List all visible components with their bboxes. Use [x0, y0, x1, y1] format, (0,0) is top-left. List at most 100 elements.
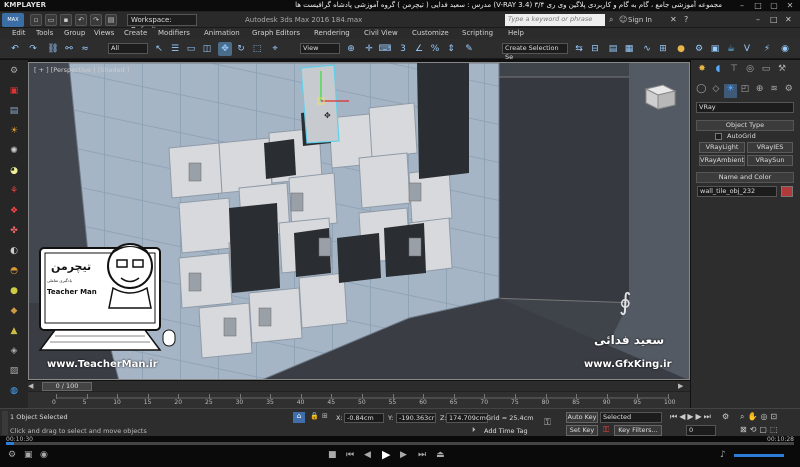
set-key-icon[interactable]: ⚿	[600, 425, 612, 436]
player-volume-icon[interactable]: ♪	[720, 450, 726, 460]
lightning-icon[interactable]: ⚡	[760, 42, 774, 56]
menu-views[interactable]: Views	[94, 29, 114, 37]
menu-tools[interactable]: Tools	[36, 29, 53, 37]
exchange-icon[interactable]: ✕	[670, 15, 677, 24]
viewport-label[interactable]: [ + ] [Perspective ] [Shaded ]	[34, 66, 129, 74]
help-icon[interactable]: ?	[684, 15, 688, 24]
named-selection-dropdown[interactable]: Create Selection Se	[502, 43, 568, 61]
layer-icon[interactable]: ▤	[606, 42, 620, 56]
vray-volume-icon[interactable]: ▲	[6, 324, 22, 338]
menu-modifiers[interactable]: Modifiers	[158, 29, 190, 37]
time-tag-icon[interactable]: ⏵	[472, 426, 476, 435]
viewport-nav-icons[interactable]: ⌕✋◎⊡	[740, 412, 780, 422]
vraylight-button[interactable]: VRayLight	[699, 142, 745, 153]
time-slider[interactable]: ◀ 0 / 100 ▶	[28, 381, 690, 392]
player-rewind-icon[interactable]: ◀	[364, 450, 371, 460]
app-minimize-icon[interactable]: –	[756, 15, 760, 24]
object-color-swatch[interactable]	[781, 186, 793, 197]
bind-spacewarp-icon[interactable]: ≈	[78, 42, 92, 56]
vray-ies-icon[interactable]: ◕	[6, 164, 22, 178]
vray-settings-icon[interactable]: ◍	[6, 384, 22, 398]
player-eject-icon[interactable]: ⏏	[436, 450, 445, 460]
vray-material-icon[interactable]: ▨	[6, 364, 22, 378]
player-prev-icon[interactable]: ⏮	[346, 450, 354, 460]
tool-1-icon[interactable]: ⚙	[6, 64, 22, 78]
vray-sun-icon[interactable]: ✺	[6, 144, 22, 158]
key-filters-button[interactable]: Key Filters...	[614, 425, 662, 436]
select-object-icon[interactable]: ↖	[152, 42, 166, 56]
hierarchy-tab-icon[interactable]: ⊤	[727, 64, 741, 78]
player-3d-icon[interactable]: ▣	[24, 450, 33, 460]
ribbon-icon[interactable]: ▦	[622, 42, 636, 56]
undo-icon[interactable]: ↶	[8, 42, 22, 56]
max-logo-icon[interactable]: MAX	[2, 13, 24, 27]
motion-tab-icon[interactable]: ◎	[743, 64, 757, 78]
camera-icon[interactable]: ◉	[778, 42, 792, 56]
display-tab-icon[interactable]: ▭	[759, 64, 773, 78]
spinner-snap-icon[interactable]: ⇕	[444, 42, 458, 56]
maxscript-listener-icon[interactable]	[2, 411, 8, 435]
maximize-icon[interactable]: ▢	[768, 1, 780, 10]
percent-snap-icon[interactable]: %	[428, 42, 442, 56]
pivot-center-icon[interactable]: ⊕	[344, 42, 358, 56]
player-vr-icon[interactable]: ◉	[40, 450, 48, 460]
render-setup-icon[interactable]: ⚙	[692, 42, 706, 56]
app-close-icon[interactable]: ✕	[785, 15, 792, 24]
vray-fur-icon[interactable]: ✤	[6, 224, 22, 238]
align-icon[interactable]: ⊟	[588, 42, 602, 56]
perspective-viewport[interactable]: ✥ [ + ] [Perspective ] [Shaded ] تیچرمن …	[28, 62, 690, 380]
playback-controls[interactable]: ⏮◀▶▶⏭	[670, 412, 713, 422]
app-restore-icon[interactable]: □	[770, 15, 778, 24]
menu-help[interactable]: Help	[508, 29, 524, 37]
menu-scripting[interactable]: Scripting	[462, 29, 493, 37]
vray-light-icon[interactable]: ☀	[6, 124, 22, 138]
vrayambientlight-button[interactable]: VRayAmbientLight	[699, 155, 745, 166]
vrayies-button[interactable]: VRayIES	[747, 142, 793, 153]
vray-displacement-icon[interactable]: ◈	[6, 344, 22, 358]
viewport-nav-icons-2[interactable]: ⊠⟲▢⬚	[740, 425, 781, 434]
snaps-toggle-icon[interactable]: 3	[396, 42, 410, 56]
spacewarps-icon[interactable]: ≋	[768, 84, 781, 98]
menu-edit[interactable]: Edit	[12, 29, 26, 37]
cameras-icon[interactable]: ◰	[739, 84, 752, 98]
select-manipulate-icon[interactable]: ✛	[362, 42, 376, 56]
key-mode-dropdown[interactable]: Selected	[600, 412, 662, 423]
time-slider-handle[interactable]: 0 / 100	[42, 382, 92, 391]
slider-prev-icon[interactable]: ◀	[28, 382, 38, 391]
auto-key-button[interactable]: Auto Key	[566, 412, 598, 423]
window-crossing-icon[interactable]: ◫	[200, 42, 214, 56]
key-icon[interactable]: ⚿	[544, 418, 551, 428]
vray-dome-icon[interactable]: ⚘	[6, 184, 22, 198]
menu-civil-view[interactable]: Civil View	[364, 29, 398, 37]
place-icon[interactable]: ⌖	[268, 42, 282, 56]
x-coordinate-field[interactable]: -0.84cm	[344, 413, 384, 423]
systems-icon[interactable]: ⚙	[782, 84, 795, 98]
z-coordinate-field[interactable]: 174.709cm	[446, 413, 488, 423]
reference-coord-dropdown[interactable]: View	[300, 43, 340, 54]
move-icon[interactable]: ✥	[218, 42, 232, 56]
minimize-icon[interactable]: –	[736, 1, 748, 10]
add-time-tag-button[interactable]: Add Time Tag	[484, 427, 528, 435]
angle-snap-icon[interactable]: ∠	[412, 42, 426, 56]
menu-animation[interactable]: Animation	[204, 29, 240, 37]
lock-icon[interactable]: 🔒	[310, 412, 319, 420]
menu-group[interactable]: Group	[64, 29, 85, 37]
keyboard-shortcut-icon[interactable]: ⌨	[378, 42, 392, 56]
vray-frame-buffer-icon[interactable]: V	[740, 42, 754, 56]
player-volume-slider[interactable]	[734, 454, 784, 457]
absolute-mode-icon[interactable]: ⊞	[322, 412, 328, 420]
object-name-field[interactable]: wall_tile_obj_232	[697, 186, 777, 197]
player-progress[interactable]	[6, 442, 794, 445]
sign-in-link[interactable]: Sign In	[628, 16, 652, 24]
selection-lock-icon[interactable]: ⌂	[293, 412, 305, 423]
time-config-icon[interactable]: ⚙	[722, 412, 729, 421]
mirror-icon[interactable]: ⇆	[572, 42, 586, 56]
binoculars-icon[interactable]: ⌕	[609, 15, 613, 25]
shapes-icon[interactable]: ◇	[710, 84, 723, 98]
edit-named-sets-icon[interactable]: ✎	[462, 42, 476, 56]
player-next-icon[interactable]: ⏭	[418, 450, 426, 460]
curve-editor-icon[interactable]: ∿	[640, 42, 654, 56]
save-file-icon[interactable]: ▪	[60, 14, 72, 26]
project-icon[interactable]: ▤	[105, 14, 117, 26]
link-icon[interactable]: ⛓	[46, 42, 60, 56]
